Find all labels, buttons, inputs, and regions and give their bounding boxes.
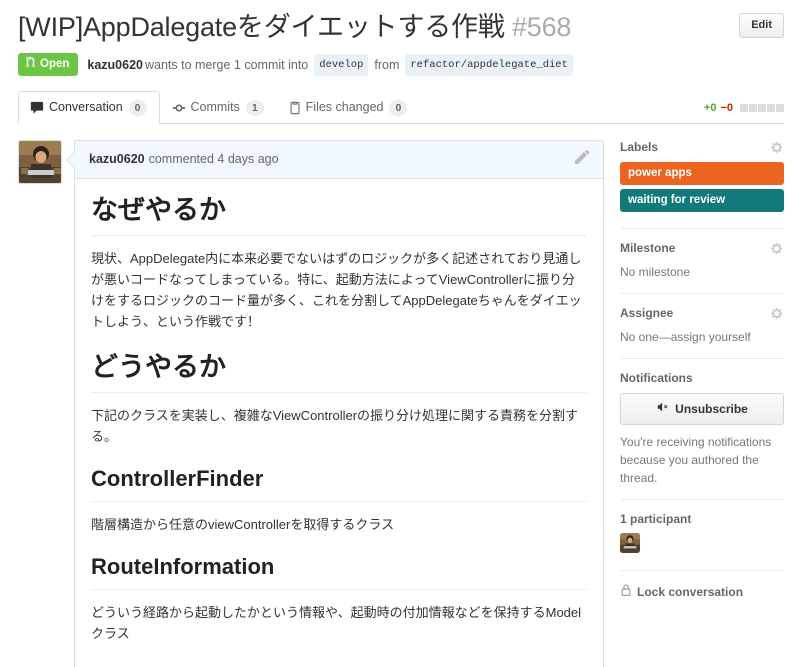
sidebar-section-milestone: Milestone No milestone	[620, 228, 784, 293]
comment-author[interactable]: kazu0620	[89, 151, 145, 168]
tab-conversation[interactable]: Conversation 0	[18, 91, 160, 124]
assignee-value[interactable]: No one—assign yourself	[620, 328, 784, 346]
pr-meta-line: Open kazu0620 wants to merge 1 commit in…	[18, 53, 784, 76]
section-paragraph: 下記のクラスを実装し、複雑なViewControllerの振り分け処理に関する責…	[91, 408, 579, 445]
pull-request-icon	[25, 56, 40, 72]
section-heading: なぜやるか	[91, 193, 587, 237]
comment-header: kazu0620 commented 4 days ago	[75, 141, 603, 179]
pr-body: kazu0620 commented 4 days ago なぜやるか 現状、A…	[0, 140, 800, 667]
tab-conversation-label: Conversation	[49, 100, 123, 114]
milestone-title: Milestone	[620, 241, 676, 255]
section-paragraph: 階層構造から任意のviewControllerを取得するクラス	[91, 517, 395, 533]
title-row: [WIP]AppDalegateをダイエットする作戦 #568 Edit	[18, 10, 784, 44]
diffstat-block	[767, 104, 775, 112]
pr-author[interactable]: kazu0620	[87, 56, 143, 74]
gear-icon[interactable]	[771, 307, 784, 320]
milestone-header: Milestone	[620, 241, 784, 255]
status-badge: Open	[18, 53, 79, 76]
pencil-icon[interactable]	[575, 150, 590, 169]
sidebar-section-participants: 1 participant	[620, 499, 784, 570]
markdown-section: ControllerFinder 階層構造から任意のviewController…	[91, 465, 587, 535]
comment-card: kazu0620 commented 4 days ago なぜやるか 現状、A…	[66, 140, 604, 667]
milestone-value: No milestone	[620, 265, 691, 279]
markdown-section: なぜやるか 現状、AppDelegate内に本来必要でないはずのロジックが多く記…	[91, 193, 587, 332]
merge-description: wants to merge 1 commit into	[145, 57, 309, 72]
avatar[interactable]	[18, 140, 62, 184]
diffstat-additions: +0	[703, 102, 717, 114]
gear-icon[interactable]	[771, 242, 784, 255]
labels-header: Labels	[620, 140, 784, 154]
markdown-section: RouteInformation どういう経路から起動したかという情報や、起動時…	[91, 553, 587, 644]
sidebar: Labels power apps waiting for review Mil…	[604, 140, 784, 667]
conversation-column: kazu0620 commented 4 days ago なぜやるか 現状、A…	[18, 140, 604, 667]
page-title: [WIP]AppDalegateをダイエットする作戦 #568	[18, 10, 739, 44]
comment-body: なぜやるか 現状、AppDelegate内に本来必要でないはずのロジックが多く記…	[75, 179, 603, 667]
sidebar-section-assignee: Assignee No one—assign yourself	[620, 293, 784, 358]
tab-commits-count: 1	[245, 99, 264, 116]
diffstat-block	[749, 104, 757, 112]
tab-navigation: Conversation 0 Commits 1 Files changed 0…	[18, 90, 784, 124]
notifications-help-text: You're receiving notifications because y…	[620, 435, 772, 485]
base-branch-chip[interactable]: develop	[314, 53, 369, 76]
file-icon	[289, 101, 301, 115]
tab-files-changed-count: 0	[389, 99, 408, 116]
tab-list: Conversation 0 Commits 1 Files changed 0	[18, 90, 421, 124]
tab-files-changed[interactable]: Files changed 0	[277, 91, 421, 124]
edit-button[interactable]: Edit	[739, 13, 784, 38]
commit-icon	[172, 101, 186, 115]
assignee-header: Assignee	[620, 306, 784, 320]
section-heading: RouteInformation	[91, 553, 587, 590]
diffstat-block	[758, 104, 766, 112]
tab-commits[interactable]: Commits 1	[160, 91, 277, 124]
notifications-header: Notifications	[620, 371, 784, 385]
markdown-section: ControllerDispacher AppDelegateから利用するクラス…	[91, 662, 587, 667]
section-heading: どうやるか	[91, 350, 587, 394]
lock-icon	[620, 583, 637, 600]
section-paragraph: 現状、AppDelegate内に本来必要でないはずのロジックが多く記述されており…	[91, 251, 582, 330]
diffstat-deletions: −0	[720, 102, 733, 114]
diffstat-block	[740, 104, 748, 112]
label-chip[interactable]: power apps	[620, 162, 784, 185]
diffstat: +0 −0	[704, 102, 784, 114]
pull-request-page: [WIP]AppDalegateをダイエットする作戦 #568 Edit Ope…	[0, 0, 800, 667]
unsubscribe-label: Unsubscribe	[675, 402, 748, 416]
participants-title: 1 participant	[620, 512, 692, 526]
sidebar-section-lock: Lock conversation	[620, 570, 784, 612]
comment-icon	[30, 101, 44, 115]
comment-timestamp: commented 4 days ago	[148, 152, 279, 166]
diffstat-block	[776, 104, 784, 112]
mute-icon	[656, 400, 675, 418]
tab-conversation-count: 0	[128, 99, 147, 116]
comment-actions	[575, 150, 590, 169]
sidebar-section-labels: Labels power apps waiting for review	[620, 140, 784, 228]
labels-title: Labels	[620, 140, 659, 154]
status-badge-label: Open	[40, 58, 70, 70]
section-heading: ControllerFinder	[91, 465, 587, 503]
pr-title-text: [WIP]AppDalegateをダイエットする作戦	[18, 12, 505, 42]
diffstat-blocks	[739, 104, 784, 112]
tab-files-changed-label: Files changed	[305, 100, 384, 114]
tab-commits-label: Commits	[190, 100, 240, 114]
gear-icon[interactable]	[771, 141, 784, 154]
notifications-title: Notifications	[620, 371, 693, 385]
pr-number: #568	[511, 12, 572, 42]
section-heading: ControllerDispacher	[91, 662, 587, 667]
lock-conversation-label: Lock conversation	[637, 584, 744, 599]
sidebar-section-notifications: Notifications Unsubscribe You're receivi…	[620, 358, 784, 499]
head-branch-chip[interactable]: refactor/appdelegate_diet	[405, 53, 573, 76]
assignee-title: Assignee	[620, 306, 674, 320]
markdown-section: どうやるか 下記のクラスを実装し、複雑なViewControllerの振り分け処…	[91, 350, 587, 447]
section-paragraph: どういう経路から起動したかという情報や、起動時の付加情報などを保持するModel…	[91, 604, 582, 641]
lock-conversation-button[interactable]: Lock conversation	[620, 583, 784, 600]
label-chip[interactable]: waiting for review	[620, 189, 784, 212]
participant-avatar[interactable]	[620, 533, 640, 553]
unsubscribe-button[interactable]: Unsubscribe	[620, 393, 784, 425]
pr-header: [WIP]AppDalegateをダイエットする作戦 #568 Edit Ope…	[0, 0, 800, 76]
from-word: from	[374, 57, 400, 72]
